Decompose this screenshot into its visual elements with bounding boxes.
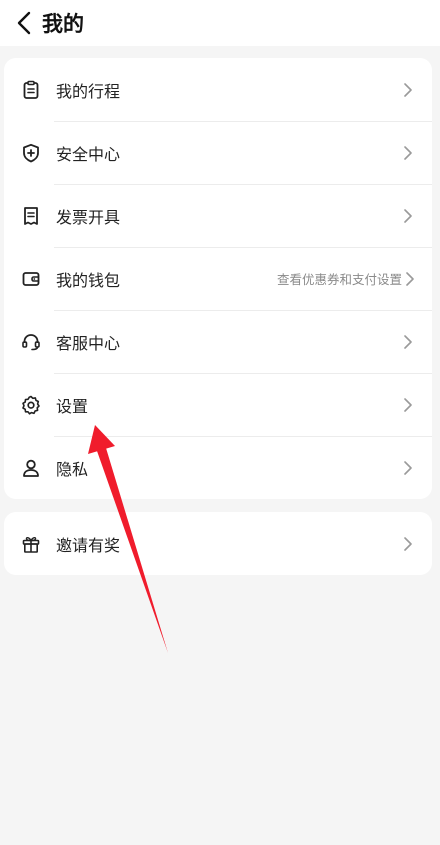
chevron-right-icon	[402, 460, 414, 476]
top-bar: 我的	[0, 0, 440, 46]
menu-item-invoice[interactable]: 发票开具	[4, 184, 432, 247]
chevron-left-icon	[17, 11, 31, 35]
headset-icon	[20, 331, 42, 353]
menu-item-settings[interactable]: 设置	[4, 373, 432, 436]
chevron-right-icon	[402, 536, 414, 552]
chevron-right-icon	[402, 397, 414, 413]
menu-item-trips[interactable]: 我的行程	[4, 58, 432, 121]
chevron-right-icon	[402, 334, 414, 350]
menu-item-security[interactable]: 安全中心	[4, 121, 432, 184]
menu-card: 我的行程 安全中心 发票开具 我的钱包 查看优惠券和支付设置 客服中心 设置 隐…	[4, 58, 432, 499]
menu-item-label: 发票开具	[56, 207, 121, 227]
menu-item-label: 设置	[56, 396, 89, 416]
wallet-hint-text: 查看优惠券和支付设置	[276, 272, 402, 287]
clipboard-icon	[20, 79, 42, 101]
chevron-right-icon	[402, 208, 414, 224]
wallet-icon	[20, 268, 42, 290]
chevron-right-icon	[404, 271, 416, 287]
gear-icon	[20, 394, 42, 416]
back-button[interactable]	[12, 8, 36, 38]
chevron-right-icon	[402, 82, 414, 98]
person-icon	[20, 457, 42, 479]
menu-item-customer-service[interactable]: 客服中心	[4, 310, 432, 373]
menu-item-label: 隐私	[56, 459, 89, 479]
menu-item-label: 我的行程	[56, 81, 121, 101]
menu-item-label: 客服中心	[56, 333, 121, 353]
menu-item-label: 我的钱包	[56, 270, 121, 290]
shield-plus-icon	[20, 142, 42, 164]
chevron-right-icon	[402, 145, 414, 161]
receipt-icon	[20, 205, 42, 227]
page-title: 我的	[42, 12, 84, 36]
menu-item-label: 安全中心	[56, 144, 121, 164]
menu-item-label: 邀请有奖	[56, 535, 121, 555]
invite-card: 邀请有奖	[4, 512, 432, 575]
menu-item-privacy[interactable]: 隐私	[4, 436, 432, 499]
gift-icon	[20, 533, 42, 555]
menu-item-invite[interactable]: 邀请有奖	[4, 512, 432, 575]
menu-item-wallet[interactable]: 我的钱包 查看优惠券和支付设置	[4, 247, 432, 310]
